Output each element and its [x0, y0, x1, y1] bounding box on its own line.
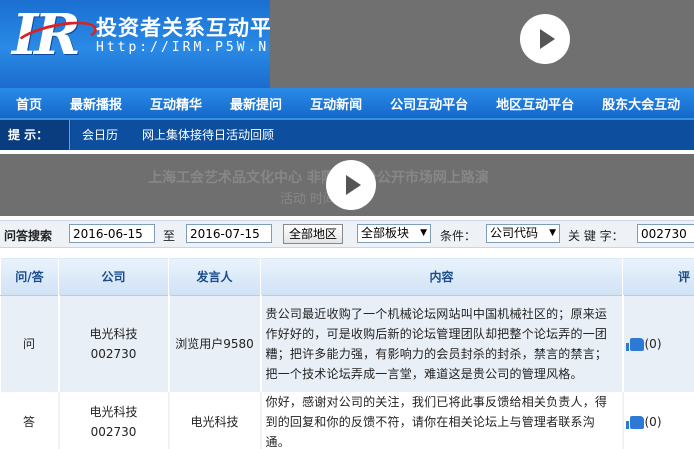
- col-header-rating: 评: [622, 257, 694, 296]
- thumbs-up-icon[interactable]: [625, 415, 644, 429]
- site-title: 投资者关系互动平台: [96, 16, 294, 40]
- search-title: 问答搜索: [4, 229, 53, 243]
- company-cell[interactable]: 电光科技 002730: [58, 295, 170, 392]
- col-header-qa: 问/答: [0, 257, 59, 296]
- nav-item-home[interactable]: 首页: [0, 94, 42, 113]
- tip-bar: 提 示： 会日历 网上集体接待日活动回顾: [0, 118, 694, 150]
- condition-label: 条件：: [440, 229, 477, 243]
- nav-item-latest-broadcast[interactable]: 最新播报: [54, 94, 122, 113]
- company-code: 002730: [90, 424, 137, 439]
- table-header-row: 问/答 公司 发言人 内容 评: [0, 257, 694, 296]
- dropdown-arrow-icon: ▼: [420, 228, 427, 238]
- table-row: 答 电光科技 002730 电光科技 你好，感谢对公司的关注，我们已将此事反馈给…: [0, 391, 694, 449]
- content-cell: 你好，感谢对公司的关注，我们已将此事反馈给相关负责人，得到的回复和你的反馈不符，…: [260, 391, 624, 449]
- condition-select-value: 公司代码: [490, 226, 539, 240]
- nav-item-highlights[interactable]: 互动精华: [134, 94, 202, 113]
- dropdown-arrow-icon: ▼: [549, 228, 556, 238]
- date-to-label: 至: [163, 229, 176, 243]
- site-url: Http://IRM.P5W.NE: [96, 40, 281, 55]
- board-select-value: 全部板块: [361, 226, 410, 240]
- condition-select[interactable]: 公司代码 ▼: [486, 224, 560, 243]
- tip-link-reception-review[interactable]: 网上集体接待日活动回顾: [142, 120, 274, 150]
- row-type: 问: [0, 295, 60, 392]
- likes-cell[interactable]: (0): [622, 391, 694, 449]
- speaker-cell: 浏览用户9580: [168, 295, 262, 392]
- tip-label: 提 示：: [0, 120, 70, 150]
- date-to-input[interactable]: [186, 224, 272, 243]
- qa-search-bar: 问答搜索 至 全部地区 全部板块 ▼ 条件： 公司代码 ▼ 关 键 字：: [0, 220, 694, 248]
- company-cell[interactable]: 电光科技 002730: [58, 391, 170, 449]
- nav-item-latest-questions[interactable]: 最新提问: [214, 94, 282, 113]
- play-icon[interactable]: [326, 160, 376, 210]
- like-count: (0): [644, 336, 662, 351]
- row-type: 答: [0, 391, 60, 449]
- col-header-content: 内容: [260, 257, 623, 296]
- thumbs-up-icon[interactable]: [625, 337, 644, 351]
- col-header-company: 公司: [58, 257, 169, 296]
- company-code: 002730: [90, 346, 137, 361]
- keyword-label: 关 键 字：: [568, 229, 624, 243]
- nav-item-region-platform[interactable]: 地区互动平台: [480, 94, 574, 113]
- content-cell: 贵公司最近收购了一个机械论坛网站叫中国机械社区的；原来运作好好的，可是收购后新的…: [260, 295, 624, 392]
- main-nav: 首页 最新播报 互动精华 最新提问 互动新闻 公司互动平台 地区互动平台 股东大…: [0, 88, 694, 118]
- region-button[interactable]: 全部地区: [283, 224, 344, 244]
- play-icon[interactable]: [520, 14, 570, 64]
- nav-item-company-platform[interactable]: 公司互动平台: [374, 94, 468, 113]
- company-name[interactable]: 电光科技: [60, 402, 168, 422]
- table-row: 问 电光科技 002730 浏览用户9580 贵公司最近收购了一个机械论坛网站叫…: [0, 295, 694, 392]
- nav-item-news[interactable]: 互动新闻: [294, 94, 362, 113]
- like-count: (0): [644, 414, 662, 429]
- company-name[interactable]: 电光科技: [60, 324, 168, 344]
- video-overlay-banner[interactable]: 上海工会艺术品文化中心 非限售股份公开市场网上路演 活动 时间 日期: [0, 154, 694, 216]
- nav-item-shareholder-meeting[interactable]: 股东大会互动: [586, 94, 680, 113]
- tip-link-calendar[interactable]: 会日历: [82, 120, 118, 150]
- date-from-input[interactable]: [69, 224, 155, 243]
- keyword-input[interactable]: [637, 224, 694, 243]
- speaker-cell: 电光科技: [168, 391, 262, 449]
- col-header-speaker: 发言人: [168, 257, 261, 296]
- video-overlay-top[interactable]: [270, 0, 694, 88]
- qa-table: 问/答 公司 发言人 内容 评 问 电光科技 002730 浏览用户9580 贵…: [0, 257, 694, 449]
- likes-cell[interactable]: (0): [622, 295, 694, 392]
- board-select[interactable]: 全部板块 ▼: [357, 224, 431, 243]
- irm-logo[interactable]: IR: [12, 6, 100, 64]
- banner-faint-text: 上海工会艺术品文化中心 非限售股份公开市场网上路演: [148, 170, 489, 186]
